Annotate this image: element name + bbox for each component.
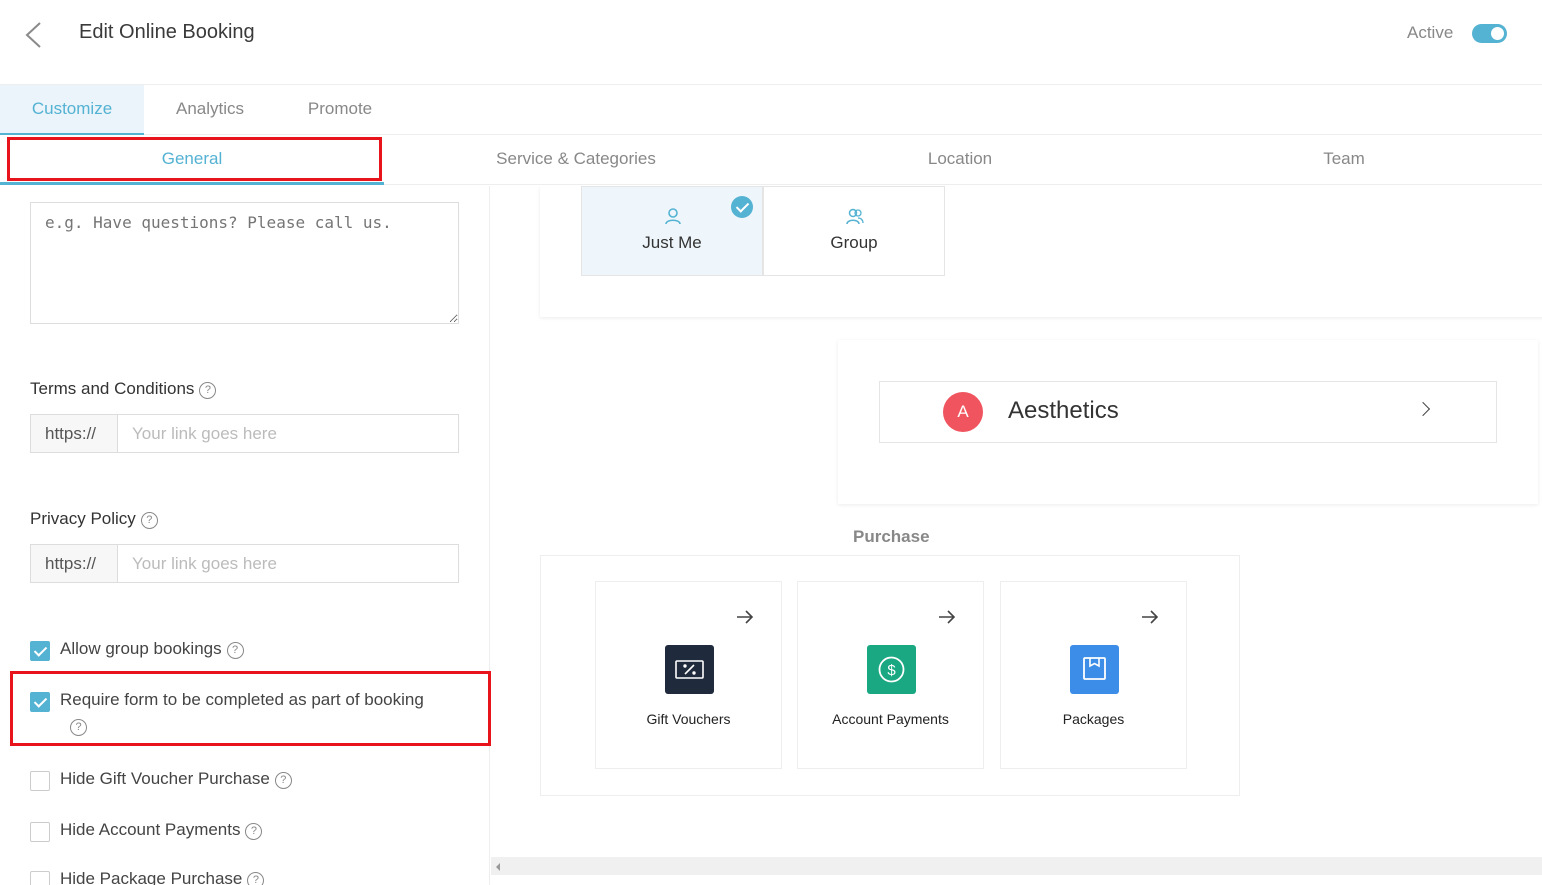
subtab-team[interactable]: Team [1152, 135, 1536, 185]
purchase-gift-vouchers[interactable]: Gift Vouchers [595, 581, 782, 769]
terms-label: Terms and Conditions [30, 379, 195, 398]
hide-account-payments-checkbox[interactable] [30, 822, 50, 842]
active-label: Active [1407, 23, 1454, 42]
require-form-label: Require form to be completed as part of … [60, 690, 424, 709]
selected-check-icon [731, 196, 753, 218]
active-toggle[interactable] [1472, 24, 1507, 43]
subtab-location[interactable]: Location [768, 135, 1152, 185]
privacy-label: Privacy Policy [30, 509, 136, 528]
tab-promote[interactable]: Promote [276, 85, 404, 135]
category-aesthetics[interactable]: A Aesthetics [879, 381, 1497, 443]
checkbox-label-row: Allow group bookings? [60, 639, 244, 659]
booking-message-textarea[interactable] [30, 202, 459, 324]
page-title: Edit Online Booking [79, 21, 255, 43]
help-icon[interactable]: ? [199, 382, 217, 399]
help-icon[interactable]: ? [140, 512, 158, 529]
require-form-row: Require form to be completed as part of … [30, 690, 450, 740]
arrow-right-icon [939, 610, 956, 624]
url-prefix: https:// [31, 545, 118, 582]
booking-preview: Just Me Group A Aesthetics Purchase Gift… [491, 186, 1542, 885]
checkbox-label-row: Hide Account Payments? [60, 820, 263, 840]
purchase-title: Purchase [853, 527, 930, 546]
who-card: Just Me Group [540, 186, 1542, 317]
category-name: Aesthetics [1008, 397, 1119, 424]
category-card: A Aesthetics [838, 340, 1538, 504]
gift-voucher-icon [665, 645, 714, 694]
group-icon [846, 208, 864, 225]
purchase-account-payments-label: Account Payments [832, 711, 949, 727]
purchase-gift-vouchers-label: Gift Vouchers [646, 711, 731, 727]
arrow-right-icon [1142, 610, 1159, 624]
checkbox-label-row: Require form to be completed as part of … [60, 687, 450, 739]
chevron-left-icon [25, 22, 41, 48]
terms-label-row: Terms and Conditions? [30, 379, 217, 399]
arrow-right-icon [737, 610, 754, 624]
allow-group-bookings-label: Allow group bookings [60, 639, 222, 658]
help-icon[interactable]: ? [226, 642, 244, 659]
purchase-card: Gift Vouchers $ Account Payments Package… [540, 555, 1240, 796]
help-icon[interactable]: ? [70, 719, 87, 736]
require-form-checkbox[interactable] [30, 692, 50, 712]
sub-tabs: General Service & Categories Location Te… [0, 135, 1542, 185]
hide-gift-voucher-label: Hide Gift Voucher Purchase [60, 769, 270, 788]
terms-url-group: https:// [30, 414, 459, 453]
toggle-knob [1491, 27, 1504, 40]
help-icon[interactable]: ? [247, 872, 265, 885]
subtab-general[interactable]: General [0, 135, 384, 185]
hide-account-payments-label: Hide Account Payments [60, 820, 241, 839]
horizontal-scrollbar[interactable] [491, 857, 1542, 875]
category-avatar: A [943, 392, 983, 432]
allow-group-bookings-checkbox[interactable] [30, 641, 50, 661]
dollar-icon: $ [867, 645, 916, 694]
main-tabs: Customize Analytics Promote [0, 85, 1542, 135]
svg-text:$: $ [887, 662, 896, 679]
hide-package-purchase-label: Hide Package Purchase [60, 869, 243, 885]
scroll-left-icon[interactable] [496, 863, 500, 871]
url-prefix: https:// [31, 415, 118, 452]
person-icon [665, 208, 681, 225]
option-just-me-label: Just Me [642, 233, 702, 252]
purchase-account-payments[interactable]: $ Account Payments [797, 581, 984, 769]
option-group-label: Group [830, 233, 878, 252]
option-just-me[interactable]: Just Me [581, 186, 763, 276]
checkbox-label-row: Hide Package Purchase? [60, 869, 265, 885]
help-icon[interactable]: ? [274, 772, 292, 789]
privacy-label-row: Privacy Policy? [30, 509, 158, 529]
privacy-url-group: https:// [30, 544, 459, 583]
chevron-right-icon [1415, 401, 1431, 417]
hide-package-purchase-checkbox[interactable] [30, 871, 50, 885]
back-button[interactable] [22, 20, 46, 50]
settings-panel: Terms and Conditions? https:// Privacy P… [0, 186, 490, 885]
package-icon [1070, 645, 1119, 694]
help-icon[interactable]: ? [245, 823, 263, 840]
tab-analytics[interactable]: Analytics [144, 85, 276, 135]
checkbox-label-row: Hide Gift Voucher Purchase? [60, 769, 292, 789]
tab-customize[interactable]: Customize [0, 85, 144, 135]
purchase-packages[interactable]: Packages [1000, 581, 1187, 769]
privacy-url-input[interactable] [119, 545, 458, 582]
terms-url-input[interactable] [119, 415, 458, 452]
hide-gift-voucher-checkbox[interactable] [30, 771, 50, 791]
page-header: Edit Online Booking Active [0, 0, 1542, 85]
subtab-service-categories[interactable]: Service & Categories [384, 135, 768, 185]
purchase-packages-label: Packages [1062, 711, 1125, 727]
option-group[interactable]: Group [763, 186, 945, 276]
